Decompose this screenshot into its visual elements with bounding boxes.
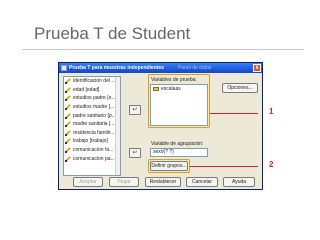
t-test-dialog: Prueba T para muestras independientes Pa… [58, 62, 263, 190]
list-item[interactable]: comunicacion pa... [64, 154, 120, 163]
reset-button[interactable]: Restablecer [145, 177, 181, 187]
callout-number-1: 1 [269, 107, 274, 116]
source-variable-list[interactable]: identificación del ... edad [edad] estud… [63, 76, 121, 176]
move-to-group-button[interactable]: ↵ [129, 148, 141, 158]
app-icon [61, 65, 67, 71]
options-button[interactable]: Opciones... [222, 83, 258, 93]
list-item[interactable]: trabajo [trabajo] [64, 137, 120, 146]
paste-button[interactable]: Pegar [109, 177, 139, 187]
move-to-test-button[interactable]: ↵ [129, 105, 141, 115]
close-icon[interactable]: x [253, 64, 261, 72]
list-item[interactable]: padre sanitario [p... [64, 111, 120, 120]
list-item[interactable]: escalaas [151, 85, 207, 93]
list-item[interactable]: estudios madre [... [64, 103, 120, 112]
callout-line-1 [210, 113, 258, 114]
dialog-titlebar[interactable]: Prueba T para muestras independientes Pa… [59, 63, 262, 73]
list-item[interactable]: residencia familir... [64, 129, 120, 138]
group-variable-field[interactable]: sexo(? ?) [150, 148, 208, 157]
pencil-icon [65, 130, 71, 136]
list-item[interactable]: madre sanitaria [... [64, 120, 120, 129]
ruler-icon [153, 87, 159, 91]
pencil-icon [65, 113, 71, 119]
callout-number-2: 2 [269, 160, 274, 169]
list-item[interactable]: edad [edad] [64, 86, 120, 95]
list-item[interactable]: comunicacion fa... [64, 146, 120, 155]
pencil-icon [65, 78, 71, 85]
test-vars-label: Variables de prueba: [151, 77, 197, 83]
pencil-icon [65, 87, 71, 93]
test-variables-list[interactable]: escalaas [150, 84, 208, 126]
list-item[interactable]: estudios padre [e... [64, 94, 120, 103]
list-scrollbar[interactable] [115, 77, 120, 175]
accept-button[interactable]: Aceptar [73, 177, 103, 187]
title-divider [22, 49, 304, 50]
help-button[interactable]: Ayuda [223, 177, 255, 187]
callout-line-2 [190, 166, 258, 167]
dialog-title-extra: Panel de datos [178, 65, 212, 71]
slide-title: Prueba T de Student [34, 24, 191, 43]
pencil-icon [65, 121, 71, 128]
pencil-icon [65, 138, 71, 145]
group-var-label: Variable de agrupación: [151, 141, 204, 147]
dialog-title: Prueba T para muestras independientes [69, 65, 165, 71]
list-item[interactable]: identificación del ... [64, 77, 120, 86]
pencil-icon [65, 104, 71, 111]
pencil-icon [65, 95, 71, 102]
pencil-icon [65, 147, 71, 154]
pencil-icon [65, 156, 71, 162]
define-groups-button[interactable]: Definir grupos... [150, 161, 188, 171]
cancel-button[interactable]: Cancelar [186, 177, 218, 187]
slide: Prueba T de Student Prueba T para muestr… [0, 0, 320, 240]
